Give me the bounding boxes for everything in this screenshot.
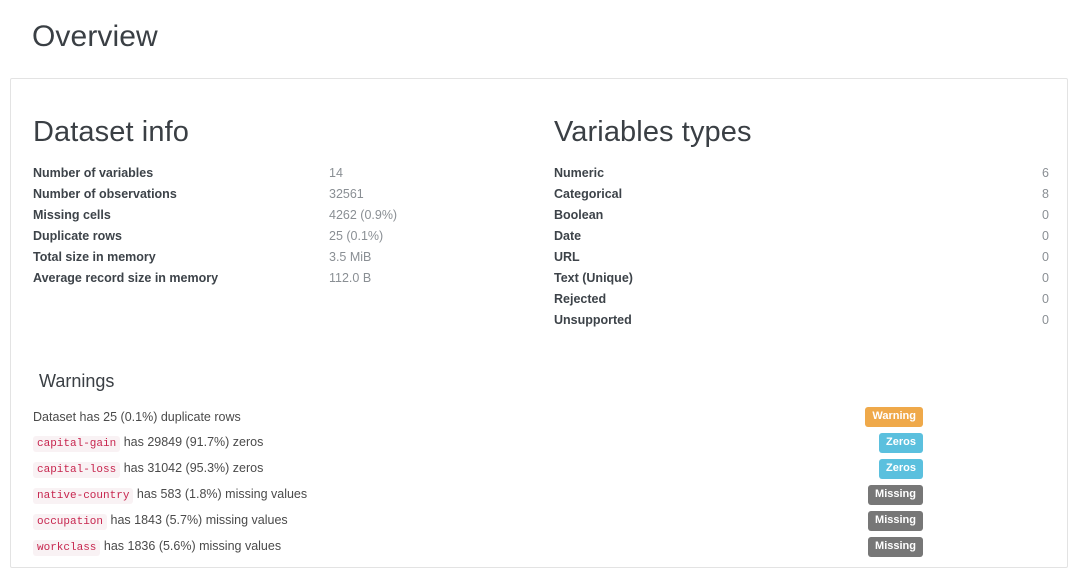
status-badge[interactable]: Missing [868,485,923,506]
table-row: Number of observations 32561 [33,184,531,205]
variables-types-section: Variables types Numeric 6 Categorical 8 … [531,116,1051,331]
warnings-section: Warnings Dataset has 25 (0.1%) duplicate… [11,331,1067,561]
status-badge[interactable]: Zeros [879,433,923,454]
warning-message: Dataset has 25 (0.1%) duplicate rows [33,404,803,430]
table-row: Number of variables 14 [33,163,531,184]
variable-name-code[interactable]: occupation [33,513,108,530]
warnings-table-body: Dataset has 25 (0.1%) duplicate rows War… [33,404,923,560]
dataset-info-table: Number of variables 14 Number of observa… [33,163,531,289]
variables-types-table: Numeric 6 Categorical 8 Boolean 0 Date 0 [554,163,1051,331]
dataset-info-value: 3.5 MiB [329,249,372,264]
variable-name-code[interactable]: capital-loss [33,461,121,478]
variable-type-label: URL [554,249,580,264]
warning-message: workclass has 1836 (5.6%) missing values [33,534,803,560]
warning-message: capital-gain has 29849 (91.7%) zeros [33,430,803,456]
warning-text: Dataset has 25 (0.1%) duplicate rows [33,409,241,424]
variable-type-count: 6 [1042,165,1049,180]
table-row: Boolean 0 [554,205,1051,226]
warning-message: occupation has 1843 (5.7%) missing value… [33,508,803,534]
variable-type-count: 0 [1042,228,1049,243]
table-row: Text (Unique) 0 [554,268,1051,289]
dataset-info-value: 4262 (0.9%) [329,207,398,222]
warnings-table: Dataset has 25 (0.1%) duplicate rows War… [33,404,923,560]
dataset-info-value: 25 (0.1%) [329,228,384,243]
status-badge[interactable]: Missing [868,511,923,532]
dataset-info-value: 32561 [329,186,364,201]
dataset-info-label: Duplicate rows [33,228,122,243]
table-row: Missing cells 4262 (0.9%) [33,205,531,226]
variable-type-count: 8 [1042,186,1049,201]
warning-message: native-country has 583 (1.8%) missing va… [33,482,803,508]
table-row[interactable]: workclass has 1836 (5.6%) missing values… [33,534,923,560]
status-badge[interactable]: Zeros [879,459,923,480]
warning-text: has 31042 (95.3%) zeros [123,460,264,475]
dataset-info-label: Missing cells [33,207,111,222]
table-row[interactable]: Dataset has 25 (0.1%) duplicate rows War… [33,404,923,430]
table-row: Date 0 [554,226,1051,247]
status-badge[interactable]: Warning [865,407,923,428]
warning-badge-cell: Missing [803,534,923,560]
table-row: Total size in memory 3.5 MiB [33,247,531,268]
variable-name-code[interactable]: workclass [33,539,101,556]
variable-type-label: Categorical [554,186,623,201]
warning-badge-cell: Missing [803,482,923,508]
page-title: Overview [32,20,158,53]
warning-badge-cell: Warning [803,404,923,430]
warning-message: capital-loss has 31042 (95.3%) zeros [33,456,803,482]
table-row: Unsupported 0 [554,310,1051,331]
variable-type-count: 0 [1042,270,1049,285]
variable-type-label: Boolean [554,207,604,222]
warning-badge-cell: Zeros [803,456,923,482]
warning-text: has 1836 (5.6%) missing values [103,538,282,553]
overview-card: Dataset info Number of variables 14 Numb… [10,78,1068,568]
table-row[interactable]: occupation has 1843 (5.7%) missing value… [33,508,923,534]
warning-badge-cell: Missing [803,508,923,534]
table-row: Rejected 0 [554,289,1051,310]
variable-name-code[interactable]: native-country [33,487,134,504]
warnings-heading: Warnings [39,370,115,391]
dataset-info-value: 112.0 B [329,270,372,285]
variable-type-count: 0 [1042,312,1049,327]
warning-badge-cell: Zeros [803,430,923,456]
variable-name-code[interactable]: capital-gain [33,435,121,452]
summary-columns: Dataset info Number of variables 14 Numb… [11,79,1067,331]
dataset-info-label: Total size in memory [33,249,156,264]
dataset-info-heading: Dataset info [33,116,189,148]
dataset-info-value: 14 [329,165,343,180]
table-row[interactable]: capital-loss has 31042 (95.3%) zeros Zer… [33,456,923,482]
variable-type-label: Date [554,228,582,243]
dataset-info-table-body: Number of variables 14 Number of observa… [33,163,531,289]
table-row: URL 0 [554,247,1051,268]
variable-type-label: Text (Unique) [554,270,633,285]
variable-type-count: 0 [1042,249,1049,264]
variable-type-label: Numeric [554,165,605,180]
table-row[interactable]: native-country has 583 (1.8%) missing va… [33,482,923,508]
table-row: Numeric 6 [554,163,1051,184]
warning-text: has 583 (1.8%) missing values [136,486,308,501]
variable-type-count: 0 [1042,207,1049,222]
table-row[interactable]: capital-gain has 29849 (91.7%) zeros Zer… [33,430,923,456]
table-row: Duplicate rows 25 (0.1%) [33,226,531,247]
variable-type-label: Rejected [554,291,607,306]
variables-types-table-body: Numeric 6 Categorical 8 Boolean 0 Date 0 [554,163,1051,331]
variable-type-label: Unsupported [554,312,632,327]
dataset-info-label: Number of variables [33,165,154,180]
dataset-info-label: Average record size in memory [33,270,219,285]
status-badge[interactable]: Missing [868,537,923,558]
variables-types-heading: Variables types [554,116,752,148]
dataset-info-section: Dataset info Number of variables 14 Numb… [11,116,531,331]
variable-type-count: 0 [1042,291,1049,306]
table-row: Average record size in memory 112.0 B [33,268,531,289]
warning-text: has 1843 (5.7%) missing values [110,512,288,527]
warning-text: has 29849 (91.7%) zeros [123,434,264,449]
dataset-info-label: Number of observations [33,186,177,201]
table-row: Categorical 8 [554,184,1051,205]
